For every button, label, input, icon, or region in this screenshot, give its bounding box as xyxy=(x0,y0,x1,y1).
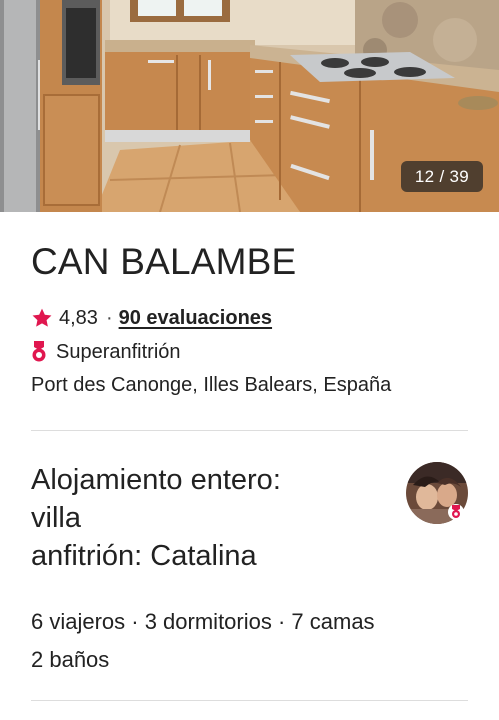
listing-name: CAN BALAMBE xyxy=(31,241,297,282)
superhost-medal-icon xyxy=(32,341,46,362)
star-icon xyxy=(32,308,52,327)
divider xyxy=(31,430,468,431)
divider xyxy=(31,700,468,701)
superhost-row: Superanfitrión xyxy=(31,337,181,367)
rating-separator: · xyxy=(105,306,113,329)
reviews-link[interactable]: 90 evaluaciones xyxy=(119,307,272,330)
photo-gallery[interactable]: 12 / 39 xyxy=(0,0,499,212)
host-avatar[interactable] xyxy=(405,461,469,525)
rating-row: 4,83 · 90 evaluaciones xyxy=(31,303,272,333)
listing-details: 6 viajeros · 3 dormitorios · 7 camas 2 b… xyxy=(31,603,375,679)
host-name-line: anfitrión: Catalina xyxy=(31,540,257,572)
listing-type-title: Alojamiento entero: villa anfitrión: Cat… xyxy=(31,461,391,575)
bathrooms-summary: 2 baños xyxy=(31,647,110,672)
listing-type-line1: Alojamiento entero: xyxy=(31,464,281,496)
photo-counter: 12 / 39 xyxy=(400,161,483,192)
superhost-label: Superanfitrión xyxy=(56,340,181,363)
capacity-summary: 6 viajeros · 3 dormitorios · 7 camas xyxy=(31,609,375,634)
rating-value: 4,83 xyxy=(59,306,98,329)
listing-type-line2: villa xyxy=(31,502,81,534)
listing-location[interactable]: Port des Canonge, Illes Balears, España xyxy=(31,372,391,398)
